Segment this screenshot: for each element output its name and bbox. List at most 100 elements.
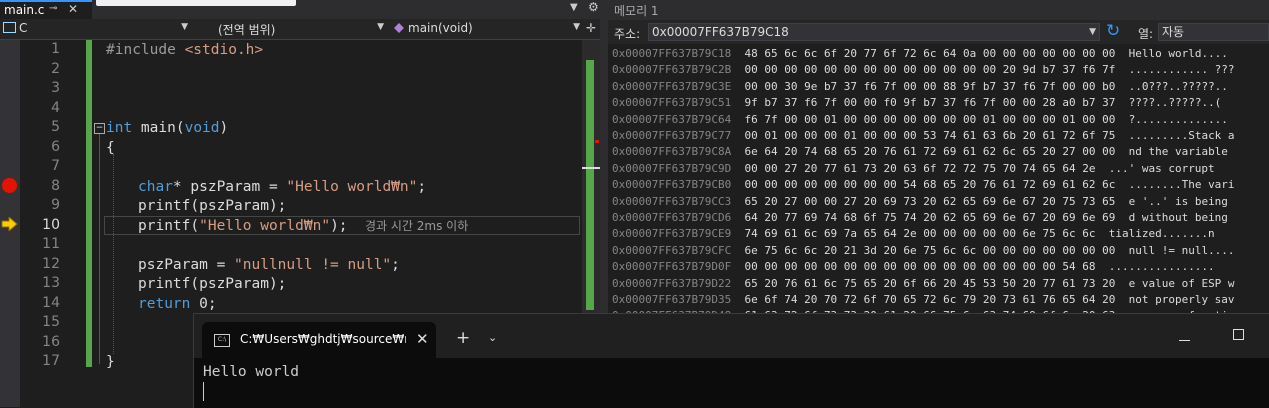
memory-row[interactable]: 0x00007FF637B79C18 48 65 6c 6c 6f 20 77 … bbox=[612, 46, 1228, 62]
memory-hex[interactable]: 48 65 6c 6c 6f 20 77 6f 72 6c 64 0a 00 0… bbox=[744, 47, 1115, 60]
instruction-pointer-icon bbox=[1, 217, 18, 231]
line-number: 13 bbox=[42, 275, 60, 291]
memory-address: 0x00007FF637B79CC3 bbox=[612, 194, 732, 208]
refresh-icon[interactable]: ↻ bbox=[1106, 21, 1120, 41]
memory-row[interactable]: 0x00007FF637B79C77 00 01 00 00 00 01 00 … bbox=[612, 128, 1235, 144]
split-editor-icon[interactable]: ✛ bbox=[586, 21, 596, 35]
code-line-10: printf("Hello world₩n"); 경과 시간 2ms 이하 bbox=[138, 217, 469, 234]
maximize-button[interactable] bbox=[1233, 329, 1244, 340]
find-box[interactable] bbox=[96, 0, 296, 6]
memory-row[interactable]: 0x00007FF637B79C64 f6 7f 00 00 01 00 00 … bbox=[612, 112, 1228, 128]
chevron-down-icon[interactable]: ▼ bbox=[1089, 24, 1096, 40]
memory-address: 0x00007FF637B79C9D bbox=[612, 161, 732, 175]
memory-hex[interactable]: 9f b7 37 f6 7f 00 00 f0 9f b7 37 f6 7f 0… bbox=[744, 96, 1115, 109]
line-number: 4 bbox=[51, 99, 60, 116]
memory-hex[interactable]: 00 00 00 00 00 00 00 00 00 00 00 00 00 2… bbox=[744, 63, 1115, 76]
chevron-down-icon: ▼ bbox=[181, 22, 188, 32]
line-number: 6 bbox=[51, 138, 60, 155]
perf-tip[interactable]: 경과 시간 2ms 이하 bbox=[365, 219, 468, 233]
memory-hex[interactable]: 6e 64 20 74 68 65 20 76 61 72 69 61 62 6… bbox=[744, 145, 1115, 158]
breakpoint-icon[interactable] bbox=[2, 178, 17, 193]
line-number: 9 bbox=[51, 197, 60, 213]
memory-hex[interactable]: 00 00 00 00 00 00 00 00 54 68 65 20 76 6… bbox=[744, 178, 1115, 191]
line-number: 3 bbox=[51, 80, 60, 96]
memory-text: ............ ??? bbox=[1128, 63, 1235, 77]
memory-row[interactable]: 0x00007FF637B79CC3 65 20 27 00 00 27 20 … bbox=[612, 194, 1228, 210]
line-number: 17 bbox=[42, 353, 60, 369]
memory-text: ?.............. bbox=[1128, 112, 1228, 126]
terminal-window[interactable]: C:\ C:₩Users₩ghdtj₩source₩repos ✕ + ⌄ He… bbox=[193, 313, 1269, 408]
memory-address: 0x00007FF637B79C18 bbox=[612, 47, 732, 60]
memory-row[interactable]: 0x00007FF637B79C51 9f b7 37 f6 7f 00 00 … bbox=[612, 95, 1221, 111]
line-number: 1 bbox=[51, 41, 60, 57]
memory-text: d without being bbox=[1128, 211, 1228, 224]
memory-hex[interactable]: 64 20 77 69 74 68 6f 75 74 20 62 65 69 6… bbox=[744, 211, 1115, 224]
memory-text: nd the variable bbox=[1128, 145, 1228, 159]
line-number: 7 bbox=[51, 158, 60, 174]
memory-row[interactable]: 0x00007FF637B79CFC 6e 75 6c 6c 20 21 3d … bbox=[612, 243, 1235, 259]
line-number: 11 bbox=[42, 236, 60, 252]
code-line-12: pszParam = "nullnull != null"; bbox=[138, 256, 400, 273]
line-number: 15 bbox=[42, 314, 60, 330]
memory-text: ................ bbox=[1108, 260, 1215, 274]
memory-hex[interactable]: 65 20 27 00 00 27 20 69 73 20 62 65 69 6… bbox=[744, 195, 1115, 208]
memory-row[interactable]: 0x00007FF637B79D0F 00 00 00 00 00 00 00 … bbox=[612, 259, 1215, 275]
terminal-tab[interactable]: C:\ C:₩Users₩ghdtj₩source₩repos ✕ bbox=[202, 322, 436, 358]
code-line-9: printf(pszParam); bbox=[138, 198, 287, 214]
memory-address: 0x00007FF637B79C8A bbox=[612, 145, 732, 159]
memory-row[interactable]: 0x00007FF637B79C8A 6e 64 20 74 68 65 20 … bbox=[612, 144, 1228, 160]
terminal-icon: C:\ bbox=[214, 334, 230, 347]
memory-address: 0x00007FF637B79CB0 bbox=[612, 178, 732, 192]
column-select[interactable]: 자동 bbox=[1158, 23, 1269, 41]
line-number: 14 bbox=[42, 294, 60, 311]
code-line-17: } bbox=[106, 354, 115, 370]
terminal-tab-bar: C:\ C:₩Users₩ghdtj₩source₩repos ✕ + ⌄ bbox=[194, 314, 1269, 358]
tab-main-c[interactable]: main.c ⊸ ✕ bbox=[0, 0, 92, 19]
pin-icon[interactable]: ⊸ bbox=[49, 3, 57, 14]
column-label: 열: bbox=[1138, 27, 1154, 41]
function-dropdown[interactable]: main(void) ▼ bbox=[392, 21, 584, 37]
new-tab-button[interactable]: + bbox=[456, 328, 470, 348]
memory-row[interactable]: 0x00007FF637B79C3E 00 00 30 9e b7 37 f6 … bbox=[612, 79, 1228, 95]
tab-overflow-icon[interactable]: ▼ bbox=[570, 2, 578, 13]
memory-address: 0x00007FF637B79D22 bbox=[612, 276, 732, 290]
project-dropdown[interactable]: C ▼ bbox=[0, 21, 192, 37]
memory-hex[interactable]: 74 69 61 6c 69 7a 65 64 2e 00 00 00 00 0… bbox=[744, 227, 1095, 240]
memory-hex[interactable]: 00 01 00 00 00 01 00 00 00 53 74 61 63 6… bbox=[744, 129, 1115, 142]
memory-row[interactable]: 0x00007FF637B79C9D 00 00 27 20 77 61 73 … bbox=[612, 161, 1215, 177]
line-number: 2 bbox=[51, 60, 60, 77]
memory-hex[interactable]: 00 00 30 9e b7 37 f6 7f 00 00 88 9f b7 3… bbox=[744, 80, 1115, 93]
memory-address: 0x00007FF637B79D0F bbox=[612, 260, 732, 274]
memory-row[interactable]: 0x00007FF637B79CD6 64 20 77 69 74 68 6f … bbox=[612, 210, 1228, 226]
close-tab-icon[interactable]: ✕ bbox=[68, 2, 78, 16]
terminal-output: Hello world bbox=[203, 364, 300, 380]
chevron-down-icon[interactable]: ⌄ bbox=[488, 331, 497, 344]
memory-text: Hello world.... bbox=[1128, 47, 1228, 60]
memory-hex[interactable]: 00 00 00 00 00 00 00 00 00 00 00 00 00 0… bbox=[744, 260, 1095, 273]
scope-dropdown[interactable]: (전역 범위) ▼ bbox=[196, 21, 388, 37]
line-number: 12 bbox=[42, 255, 60, 272]
caret-marker bbox=[582, 167, 600, 169]
close-icon[interactable]: ✕ bbox=[416, 330, 429, 348]
memory-hex[interactable]: 6e 75 6c 6c 20 21 3d 20 6e 75 6c 6c 00 0… bbox=[744, 244, 1115, 257]
memory-hex[interactable]: 65 20 76 61 6c 75 65 20 6f 66 20 45 53 5… bbox=[744, 277, 1115, 290]
memory-text: ........The vari bbox=[1128, 178, 1235, 192]
scrollbar-thumb[interactable] bbox=[586, 60, 594, 310]
memory-row[interactable]: 0x00007FF637B79C2B 00 00 00 00 00 00 00 … bbox=[612, 62, 1235, 78]
memory-hex[interactable]: f6 7f 00 00 01 00 00 00 00 00 00 00 01 0… bbox=[744, 113, 1115, 126]
memory-text: not properly sav bbox=[1128, 293, 1235, 306]
memory-row[interactable]: 0x00007FF637B79D22 65 20 76 61 6c 75 65 … bbox=[612, 276, 1235, 292]
code-line-1: #include <stdio.h> bbox=[106, 42, 264, 58]
gear-icon[interactable]: ⚙ bbox=[588, 0, 599, 14]
memory-row[interactable]: 0x00007FF637B79CB0 00 00 00 00 00 00 00 … bbox=[612, 177, 1235, 193]
project-label: C bbox=[19, 21, 28, 35]
memory-row[interactable]: 0x00007FF637B79CE9 74 69 61 6c 69 7a 65 … bbox=[612, 226, 1215, 242]
chevron-down-icon: ▼ bbox=[573, 22, 580, 32]
minimize-button[interactable] bbox=[1179, 340, 1190, 341]
memory-row[interactable]: 0x00007FF637B79D35 6e 6f 74 20 70 72 6f … bbox=[612, 292, 1235, 308]
address-input[interactable]: 0x00007FF637B79C18 ▼ bbox=[648, 23, 1100, 41]
code-line-6: { bbox=[106, 139, 115, 156]
memory-hex[interactable]: 00 00 27 20 77 61 73 20 63 6f 72 72 75 7… bbox=[744, 162, 1095, 175]
memory-title-bar: 메모리 1 bbox=[608, 0, 1269, 20]
memory-hex[interactable]: 6e 6f 74 20 70 72 6f 70 65 72 6c 79 20 7… bbox=[744, 293, 1115, 306]
